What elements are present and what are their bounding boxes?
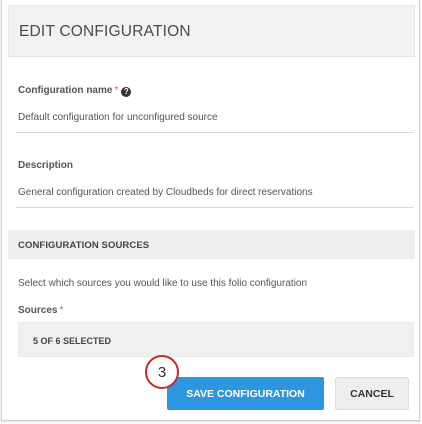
sources-label: Sources <box>18 305 58 316</box>
help-icon[interactable]: ? <box>121 87 132 97</box>
save-configuration-button[interactable]: SAVE CONFIGURATION <box>167 377 324 410</box>
edit-configuration-dialog: EDIT CONFIGURATION Configuration name *? … <box>1 0 420 421</box>
config-name-label-row: Configuration name *? <box>18 85 132 97</box>
sources-description: Select which sources you would like to u… <box>18 278 308 289</box>
dialog-header: EDIT CONFIGURATION <box>8 5 415 57</box>
config-name-label: Configuration name <box>18 85 113 96</box>
description-label: Description <box>18 160 74 171</box>
dialog-title: EDIT CONFIGURATION <box>19 23 191 40</box>
section-title: CONFIGURATION SOURCES <box>18 240 150 251</box>
sources-select[interactable]: 5 OF 6 SELECTED <box>18 322 414 357</box>
description-input[interactable]: General configuration created by Cloudbe… <box>18 187 313 198</box>
configuration-sources-header: CONFIGURATION SOURCES <box>8 230 415 259</box>
sources-selected-value: 5 OF 6 SELECTED <box>33 336 112 346</box>
description-underline <box>16 207 414 208</box>
step-number-badge: 3 <box>145 355 179 389</box>
cancel-button[interactable]: CANCEL <box>335 377 409 410</box>
required-marker: * <box>59 305 64 316</box>
config-name-underline <box>16 132 414 133</box>
config-name-input[interactable]: Default configuration for unconfigured s… <box>18 112 218 123</box>
required-marker: * <box>114 85 119 96</box>
sources-label-row: Sources * <box>18 305 63 316</box>
